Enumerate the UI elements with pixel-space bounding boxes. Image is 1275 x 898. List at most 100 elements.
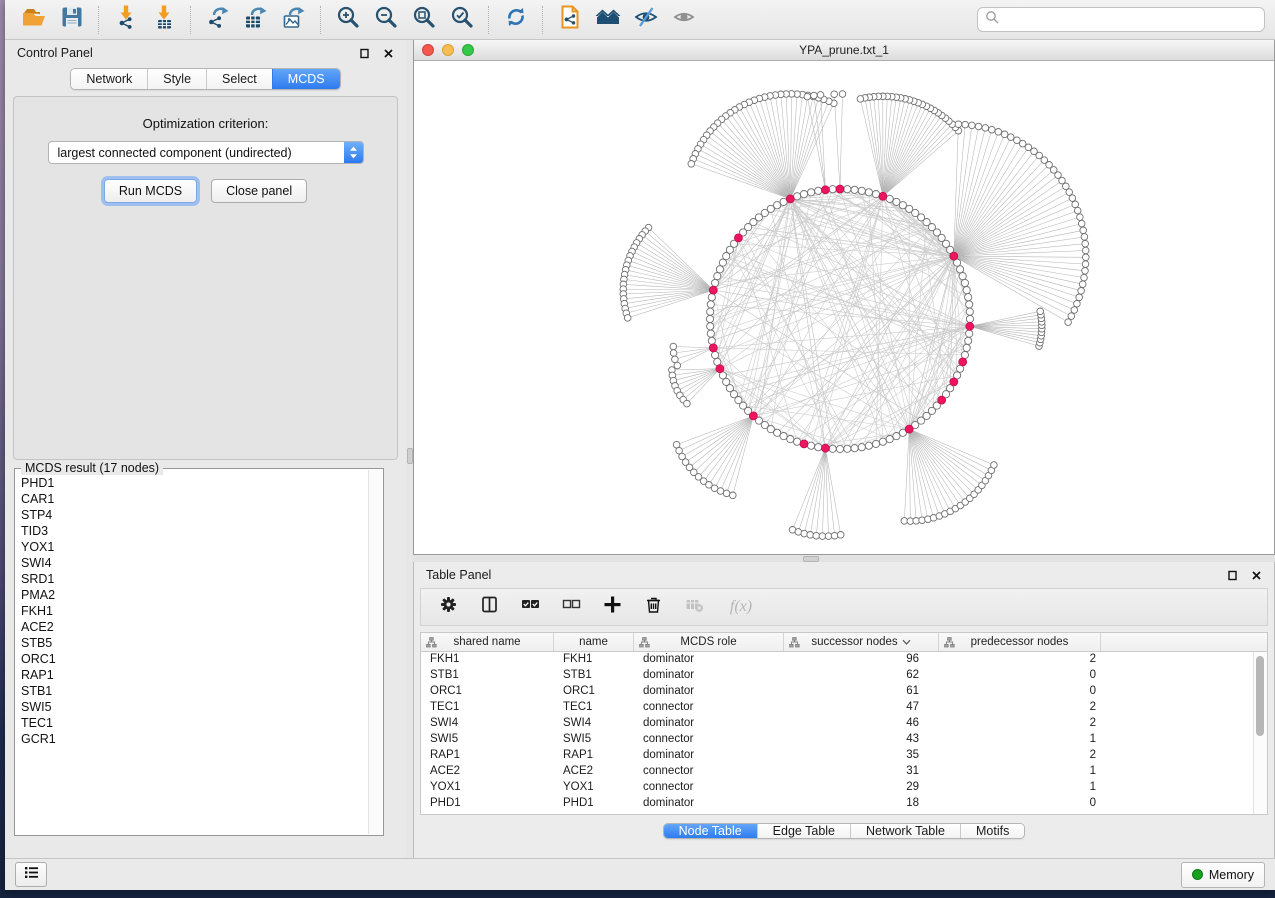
mcds-result-item[interactable]: YOX1 bbox=[21, 539, 369, 555]
cell-successor-nodes[interactable]: 61 bbox=[784, 684, 939, 700]
export-table-button[interactable] bbox=[237, 4, 275, 36]
scrollbar-thumb[interactable] bbox=[1256, 656, 1264, 736]
export-network-button[interactable] bbox=[199, 4, 237, 36]
cell-name[interactable]: ORC1 bbox=[554, 684, 634, 700]
mcds-result-item[interactable]: CAR1 bbox=[21, 491, 369, 507]
tab-mcds[interactable]: MCDS bbox=[272, 69, 340, 89]
float-panel-icon[interactable] bbox=[358, 47, 370, 59]
cell-predecessor-nodes[interactable]: 0 bbox=[939, 796, 1101, 812]
table-row[interactable]: STB1STB1dominator620 bbox=[421, 668, 1267, 684]
column-header-MCDS-role[interactable]: MCDS role bbox=[634, 633, 784, 651]
cell-predecessor-nodes[interactable]: 1 bbox=[939, 732, 1101, 748]
cell-predecessor-nodes[interactable]: 2 bbox=[939, 700, 1101, 716]
hide-selected-eye-button[interactable] bbox=[627, 4, 665, 36]
table-row[interactable]: FKH1FKH1dominator962 bbox=[421, 652, 1267, 668]
task-history-button[interactable] bbox=[15, 862, 47, 887]
close-panel-button[interactable]: Close panel bbox=[211, 179, 307, 203]
show-columns-button[interactable] bbox=[478, 596, 500, 618]
search-box[interactable] bbox=[977, 7, 1265, 32]
cell-MCDS-role[interactable]: dominator bbox=[634, 796, 784, 812]
cell-predecessor-nodes[interactable]: 1 bbox=[939, 764, 1101, 780]
mcds-result-item[interactable]: ACE2 bbox=[21, 619, 369, 635]
zoom-fit-button[interactable] bbox=[405, 4, 443, 36]
table-row[interactable]: RAP1RAP1dominator352 bbox=[421, 748, 1267, 764]
cell-name[interactable]: YOX1 bbox=[554, 780, 634, 796]
refresh-view-button[interactable] bbox=[497, 4, 535, 36]
select-all-button[interactable] bbox=[519, 596, 541, 618]
cell-name[interactable]: SWI5 bbox=[554, 732, 634, 748]
cell-name[interactable]: SWI4 bbox=[554, 716, 634, 732]
horizontal-splitter[interactable] bbox=[413, 555, 1275, 562]
table-row[interactable]: SWI4SWI4dominator462 bbox=[421, 716, 1267, 732]
mcds-result-item[interactable]: TEC1 bbox=[21, 715, 369, 731]
column-header-successor-nodes[interactable]: successor nodes bbox=[784, 633, 939, 651]
mcds-result-item[interactable]: TID3 bbox=[21, 523, 369, 539]
cell-shared-name[interactable]: FKH1 bbox=[421, 652, 554, 668]
table-row[interactable]: TEC1TEC1connector472 bbox=[421, 700, 1267, 716]
mcds-result-item[interactable]: PHD1 bbox=[21, 475, 369, 491]
column-header-shared-name[interactable]: shared name bbox=[421, 633, 554, 651]
cell-successor-nodes[interactable]: 35 bbox=[784, 748, 939, 764]
splitter-handle[interactable] bbox=[803, 556, 819, 562]
table-row[interactable]: SWI5SWI5connector431 bbox=[421, 732, 1267, 748]
column-header-predecessor-nodes[interactable]: predecessor nodes bbox=[939, 633, 1101, 651]
tab-style[interactable]: Style bbox=[147, 69, 206, 89]
splitter-handle[interactable] bbox=[407, 448, 413, 464]
mcds-result-item[interactable]: GCR1 bbox=[21, 731, 369, 747]
cell-shared-name[interactable]: RAP1 bbox=[421, 748, 554, 764]
cell-successor-nodes[interactable]: 96 bbox=[784, 652, 939, 668]
cell-name[interactable]: STB1 bbox=[554, 668, 634, 684]
vertical-splitter[interactable] bbox=[406, 40, 413, 858]
cell-MCDS-role[interactable]: dominator bbox=[634, 748, 784, 764]
mcds-result-item[interactable]: ORC1 bbox=[21, 651, 369, 667]
import-network-button[interactable] bbox=[107, 4, 145, 36]
cell-shared-name[interactable]: PHD1 bbox=[421, 796, 554, 812]
column-header-name[interactable]: name bbox=[554, 633, 634, 651]
cell-shared-name[interactable]: STB1 bbox=[421, 668, 554, 684]
add-row-button[interactable] bbox=[601, 596, 623, 618]
cell-MCDS-role[interactable]: connector bbox=[634, 700, 784, 716]
cell-shared-name[interactable]: TEC1 bbox=[421, 700, 554, 716]
cell-MCDS-role[interactable]: connector bbox=[634, 732, 784, 748]
mcds-result-scrollbar[interactable] bbox=[368, 470, 382, 834]
tab-edge-table[interactable]: Edge Table bbox=[757, 824, 850, 838]
cell-MCDS-role[interactable]: connector bbox=[634, 764, 784, 780]
settings-gear-button[interactable] bbox=[437, 596, 459, 618]
zoom-out-button[interactable] bbox=[367, 4, 405, 36]
cell-predecessor-nodes[interactable]: 0 bbox=[939, 684, 1101, 700]
network-file-button[interactable] bbox=[551, 4, 589, 36]
mcds-result-item[interactable]: STB1 bbox=[21, 683, 369, 699]
cell-MCDS-role[interactable]: dominator bbox=[634, 716, 784, 732]
cell-name[interactable]: TEC1 bbox=[554, 700, 634, 716]
mcds-result-item[interactable]: SWI5 bbox=[21, 699, 369, 715]
save-session-button[interactable] bbox=[53, 4, 91, 36]
table-row[interactable]: ORC1ORC1dominator610 bbox=[421, 684, 1267, 700]
tab-motifs[interactable]: Motifs bbox=[960, 824, 1024, 838]
cell-predecessor-nodes[interactable]: 2 bbox=[939, 652, 1101, 668]
cell-shared-name[interactable]: ORC1 bbox=[421, 684, 554, 700]
run-mcds-button[interactable]: Run MCDS bbox=[104, 179, 197, 203]
mcds-result-item[interactable]: PMA2 bbox=[21, 587, 369, 603]
cell-name[interactable]: PHD1 bbox=[554, 796, 634, 812]
cell-shared-name[interactable]: SWI5 bbox=[421, 732, 554, 748]
tab-node-table[interactable]: Node Table bbox=[664, 824, 757, 838]
cell-name[interactable]: RAP1 bbox=[554, 748, 634, 764]
mcds-result-item[interactable]: SRD1 bbox=[21, 571, 369, 587]
cell-MCDS-role[interactable]: dominator bbox=[634, 652, 784, 668]
mcds-result-item[interactable]: FKH1 bbox=[21, 603, 369, 619]
delete-row-button[interactable] bbox=[642, 596, 664, 618]
cell-successor-nodes[interactable]: 62 bbox=[784, 668, 939, 684]
deselect-all-button[interactable] bbox=[560, 596, 582, 618]
minimize-window-icon[interactable] bbox=[442, 44, 454, 56]
cell-successor-nodes[interactable]: 43 bbox=[784, 732, 939, 748]
open-file-button[interactable] bbox=[15, 4, 53, 36]
cell-name[interactable]: FKH1 bbox=[554, 652, 634, 668]
mcds-result-item[interactable]: STP4 bbox=[21, 507, 369, 523]
table-row[interactable]: YOX1YOX1connector291 bbox=[421, 780, 1267, 796]
mcds-result-list[interactable]: PHD1CAR1STP4TID3YOX1SWI4SRD1PMA2FKH1ACE2… bbox=[16, 470, 369, 834]
cell-name[interactable]: ACE2 bbox=[554, 764, 634, 780]
mcds-result-item[interactable]: SWI4 bbox=[21, 555, 369, 571]
float-panel-icon[interactable] bbox=[1226, 569, 1238, 581]
zoom-in-button[interactable] bbox=[329, 4, 367, 36]
tab-select[interactable]: Select bbox=[206, 69, 272, 89]
